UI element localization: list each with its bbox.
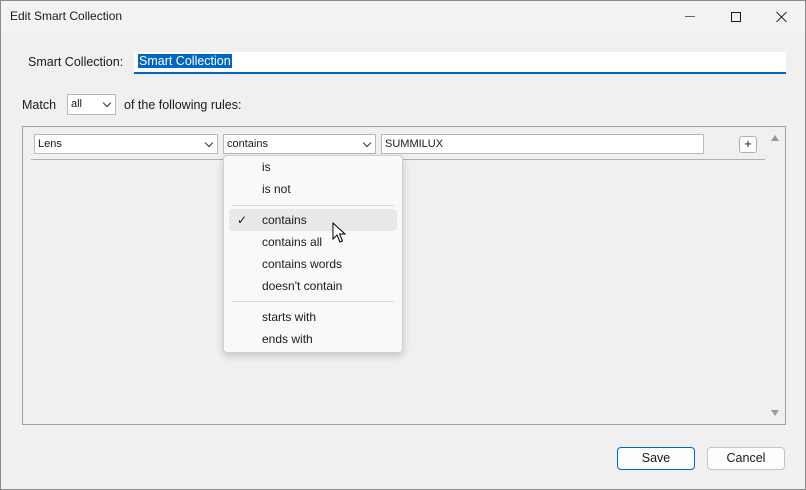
rule-operator-select[interactable]: contains <box>223 134 376 154</box>
rule-field-select[interactable]: Lens <box>34 134 218 154</box>
rules-list: Lens contains SUMMILUX + <box>22 126 786 425</box>
chevron-down-icon <box>102 98 112 108</box>
menu-item-doesnt-contain[interactable]: doesn't contain <box>229 275 397 297</box>
menu-item-contains[interactable]: ✓ contains <box>229 209 397 231</box>
mouse-pointer-icon <box>332 222 346 243</box>
edit-smart-collection-dialog: Edit Smart Collection Smart Collection: … <box>0 0 806 490</box>
chevron-down-icon <box>362 138 372 148</box>
rule-field-value: Lens <box>38 138 62 150</box>
menu-separator <box>232 301 394 302</box>
rules-scrollbar[interactable] <box>768 129 783 422</box>
maximize-button[interactable] <box>713 1 759 32</box>
scroll-down-arrow-icon[interactable] <box>771 410 779 416</box>
menu-item-label: contains <box>262 213 307 227</box>
rule-value-input[interactable]: SUMMILUX <box>381 134 704 154</box>
chevron-down-icon <box>204 138 214 148</box>
match-mode-value: all <box>71 98 83 110</box>
scroll-up-arrow-icon[interactable] <box>771 135 779 141</box>
menu-item-ends-with[interactable]: ends with <box>229 328 397 350</box>
collection-name-label: Smart Collection: <box>28 55 124 69</box>
window-title: Edit Smart Collection <box>10 9 123 23</box>
maximize-icon <box>731 11 741 22</box>
match-label: Match <box>22 98 57 112</box>
rule-value-text: SUMMILUX <box>385 138 444 150</box>
menu-item-is-not[interactable]: is not <box>229 178 397 200</box>
save-button[interactable]: Save <box>617 447 695 470</box>
minimize-button[interactable] <box>667 1 713 32</box>
close-button[interactable] <box>759 1 805 32</box>
cancel-button[interactable]: Cancel <box>707 447 785 470</box>
menu-item-contains-words[interactable]: contains words <box>229 253 397 275</box>
menu-item-is[interactable]: is <box>229 156 397 178</box>
close-icon <box>776 11 788 23</box>
title-bar: Edit Smart Collection <box>1 1 805 32</box>
minimize-icon <box>685 16 695 17</box>
menu-separator <box>232 205 394 206</box>
menu-item-starts-with[interactable]: starts with <box>229 306 397 328</box>
collection-name-selected-text: Smart Collection <box>138 54 232 68</box>
add-rule-button[interactable]: + <box>739 136 757 153</box>
menu-item-contains-all[interactable]: contains all <box>229 231 397 253</box>
collection-name-input[interactable]: Smart Collection <box>134 52 786 74</box>
operator-dropdown-menu: is is not ✓ contains contains all contai… <box>223 155 403 353</box>
match-mode-select[interactable]: all <box>67 94 116 115</box>
rule-operator-value: contains <box>227 138 268 150</box>
checkmark-icon: ✓ <box>237 213 248 227</box>
match-suffix-label: of the following rules: <box>124 98 242 112</box>
